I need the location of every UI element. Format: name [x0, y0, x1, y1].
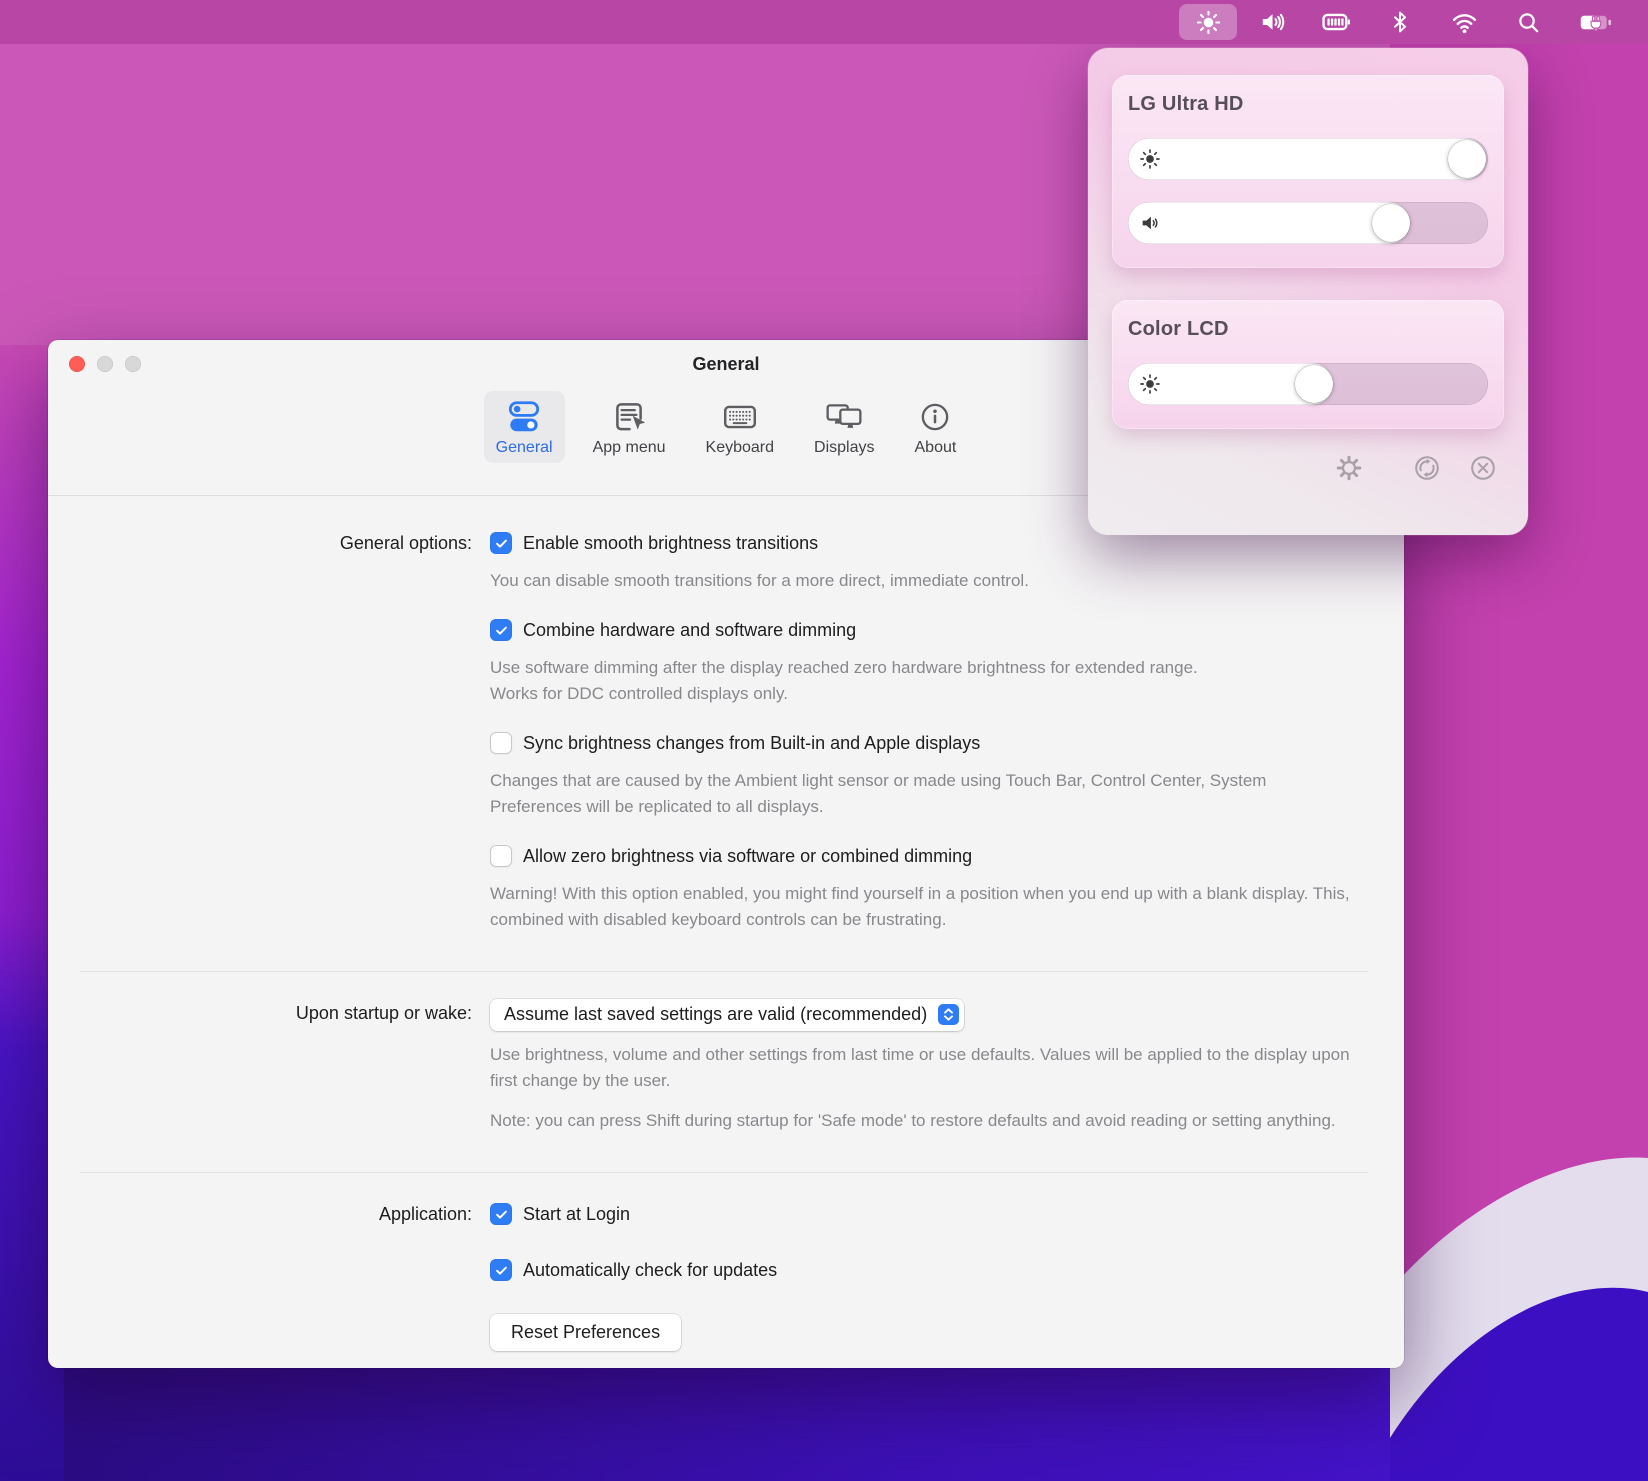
check-icon: [494, 623, 509, 638]
close-window-button[interactable]: [69, 356, 85, 372]
tab-app-menu[interactable]: App menu: [581, 391, 678, 463]
sun-icon: [1196, 10, 1221, 35]
zoom-window-button[interactable]: [125, 356, 141, 372]
display-name: LG Ultra HD: [1128, 93, 1488, 116]
option-helper-text: Use software dimming after the display r…: [490, 655, 1235, 707]
option-label: Allow zero brightness via software or co…: [523, 846, 972, 867]
menu-bar: [0, 0, 1648, 44]
selected-option: Assume last saved settings are valid (re…: [504, 1004, 927, 1025]
display-card-color-lcd: Color LCD: [1112, 300, 1504, 429]
option-helper-text: Changes that are caused by the Ambient l…: [490, 768, 1362, 820]
settings-gear-icon[interactable]: [1332, 451, 1366, 485]
option-label: Automatically check for updates: [523, 1260, 777, 1281]
option-label: Enable smooth brightness transitions: [523, 533, 818, 554]
section-label: Upon startup or wake:: [48, 999, 472, 1134]
menubar-wifi-icon[interactable]: [1435, 4, 1493, 40]
tab-label: App menu: [593, 439, 666, 457]
slider-fill: [1128, 138, 1486, 180]
search-icon: [1516, 10, 1541, 35]
volume-slider[interactable]: [1128, 202, 1488, 244]
tab-label: General: [496, 439, 553, 457]
traffic-lights: [69, 356, 141, 372]
option-label: Start at Login: [523, 1204, 630, 1225]
slider-knob[interactable]: [1448, 140, 1486, 178]
brightness-slider[interactable]: [1128, 138, 1488, 180]
check-icon: [494, 1207, 509, 1222]
menubar-battery-icon[interactable]: [1563, 4, 1629, 40]
section-divider: [80, 1172, 1368, 1173]
checkbox[interactable]: [490, 619, 512, 641]
checkbox[interactable]: [490, 732, 512, 754]
section-label: General options:: [48, 529, 472, 933]
checkbox[interactable]: [490, 1259, 512, 1281]
section-divider: [80, 971, 1368, 972]
option-sync-brightness: Sync brightness changes from Built-in an…: [490, 729, 1404, 820]
application-row: Application: Start at Login: [48, 1200, 1404, 1351]
check-icon: [494, 1263, 509, 1278]
minimize-window-button[interactable]: [97, 356, 113, 372]
startup-behavior-select[interactable]: Assume last saved settings are valid (re…: [490, 999, 964, 1031]
menubar-bluetooth-icon[interactable]: [1371, 4, 1429, 40]
close-icon[interactable]: [1466, 451, 1500, 485]
checkbox[interactable]: [490, 532, 512, 554]
keyboard-icon: [721, 398, 759, 436]
reset-preferences-button[interactable]: Reset Preferences: [490, 1314, 681, 1351]
tab-about[interactable]: About: [903, 391, 969, 463]
keyboard-battery-icon: [1321, 9, 1351, 35]
chevron-up-down-icon: [938, 1004, 959, 1025]
slider-knob[interactable]: [1372, 204, 1410, 242]
tab-general[interactable]: General: [484, 391, 565, 463]
brightness-slider[interactable]: [1128, 363, 1488, 405]
option-label: Sync brightness changes from Built-in an…: [523, 733, 980, 754]
battery-charging-icon: [1579, 9, 1613, 36]
tab-label: Keyboard: [706, 439, 775, 457]
displays-icon: [825, 398, 863, 436]
tab-keyboard[interactable]: Keyboard: [694, 391, 787, 463]
wifi-icon: [1451, 9, 1478, 36]
display-card-lg-ultra-hd: LG Ultra HD: [1112, 75, 1504, 268]
option-helper-text: Warning! With this option enabled, you m…: [490, 881, 1378, 933]
menubar-keyboard-battery-icon[interactable]: [1307, 4, 1365, 40]
menubar-brightness-icon[interactable]: [1179, 4, 1237, 40]
menubar-volume-icon[interactable]: [1243, 4, 1301, 40]
speaker-icon: [1139, 212, 1161, 234]
check-icon: [494, 536, 509, 551]
section-label: Application:: [48, 1200, 472, 1351]
option-label: Combine hardware and software dimming: [523, 620, 856, 641]
slider-fill: [1128, 202, 1410, 244]
speaker-icon: [1259, 9, 1285, 35]
info-icon: [916, 398, 954, 436]
option-helper-text: You can disable smooth transitions for a…: [490, 568, 1362, 594]
tab-label: Displays: [814, 439, 874, 457]
sun-icon: [1139, 373, 1161, 395]
option-zero-brightness: Allow zero brightness via software or co…: [490, 842, 1404, 933]
app-menu-icon: [610, 398, 648, 436]
brightness-popover: LG Ultra HD: [1088, 48, 1528, 535]
tab-label: About: [915, 439, 957, 457]
menubar-search-icon[interactable]: [1499, 4, 1557, 40]
display-name: Color LCD: [1128, 318, 1488, 341]
preferences-content: General options: Enable smooth brightnes…: [48, 496, 1404, 1351]
general-options-row: General options: Enable smooth brightnes…: [48, 529, 1404, 933]
option-start-at-login: Start at Login: [490, 1200, 1404, 1228]
toggles-icon: [505, 398, 543, 436]
checkbox[interactable]: [490, 1203, 512, 1225]
checkbox[interactable]: [490, 845, 512, 867]
option-auto-update: Automatically check for updates: [490, 1256, 1404, 1284]
popover-actions: [1112, 451, 1504, 485]
bluetooth-icon: [1388, 10, 1412, 34]
refresh-icon[interactable]: [1410, 451, 1444, 485]
startup-note-text: Note: you can press Shift during startup…: [490, 1108, 1338, 1134]
option-smooth-transitions: Enable smooth brightness transitions You…: [490, 529, 1404, 594]
startup-helper-text: Use brightness, volume and other setting…: [490, 1042, 1358, 1094]
sun-icon: [1139, 148, 1161, 170]
startup-row: Upon startup or wake: Assume last saved …: [48, 999, 1404, 1134]
tab-displays[interactable]: Displays: [802, 391, 886, 463]
option-combine-dimming: Combine hardware and software dimming Us…: [490, 616, 1404, 707]
